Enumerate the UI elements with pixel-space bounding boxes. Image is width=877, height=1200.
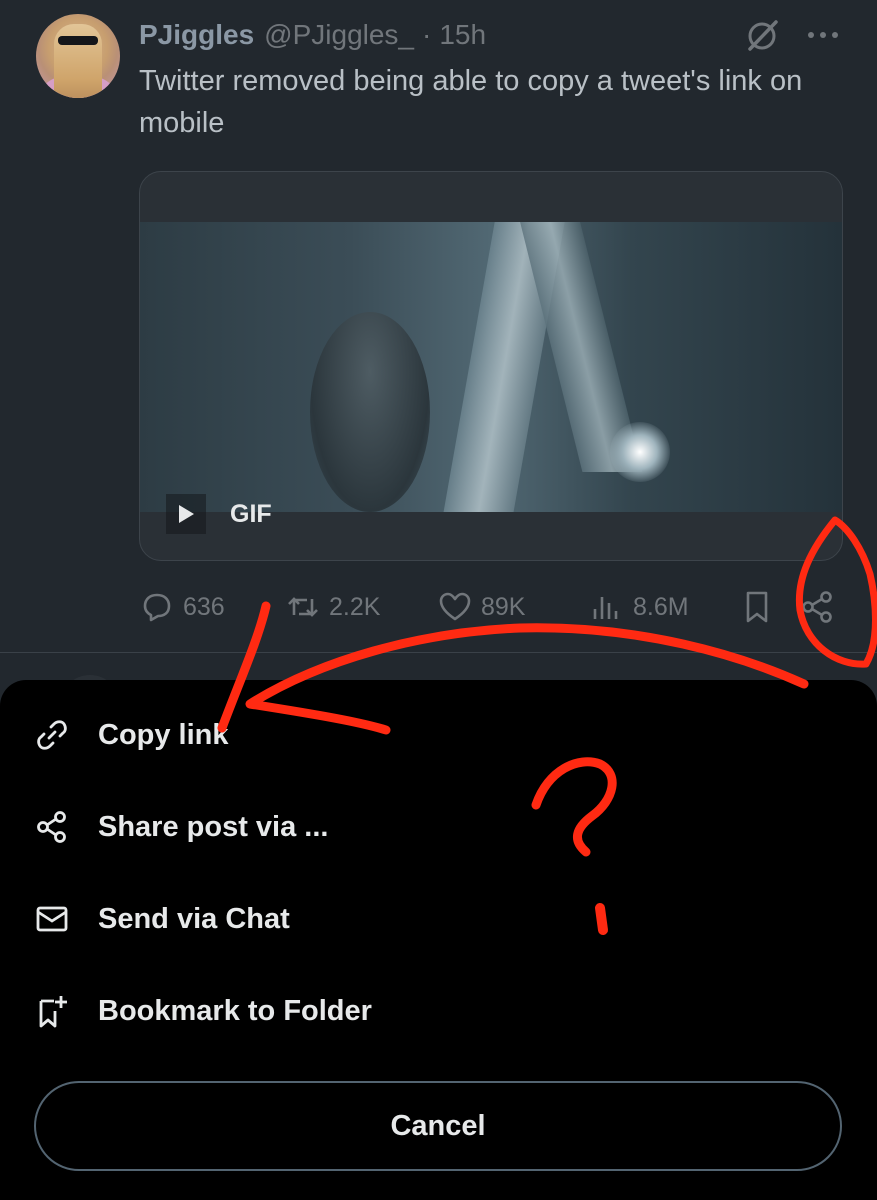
share-sheet-item-label: Bookmark to Folder bbox=[98, 994, 372, 1027]
share-sheet-item-label: Share post via ... bbox=[98, 810, 329, 843]
share-button[interactable] bbox=[799, 585, 843, 629]
share-icon bbox=[802, 591, 832, 623]
share-sheet-item-copy-link[interactable]: Copy link bbox=[0, 697, 877, 773]
cancel-button[interactable]: Cancel bbox=[34, 1081, 842, 1171]
bookmark-add-icon bbox=[39, 996, 67, 1028]
views-button[interactable]: 8.6M bbox=[589, 585, 689, 629]
reply-icon bbox=[143, 593, 171, 622]
heart-icon bbox=[439, 592, 471, 621]
repost-count: 2.2K bbox=[329, 592, 381, 621]
share-icon bbox=[37, 811, 66, 843]
like-button[interactable]: 89K bbox=[437, 585, 525, 629]
views-chart-icon bbox=[593, 597, 618, 619]
share-sheet-item-label: Copy link bbox=[98, 718, 229, 751]
repost-icon bbox=[288, 597, 318, 617]
gif-label: GIF bbox=[230, 499, 272, 528]
author-display-name[interactable]: PJiggles bbox=[139, 19, 254, 51]
repost-button[interactable]: 2.2K bbox=[285, 585, 380, 629]
envelope-icon bbox=[36, 906, 68, 932]
bookmark-button[interactable] bbox=[739, 585, 783, 629]
bookmark-icon bbox=[746, 591, 768, 623]
reply-button[interactable]: 636 bbox=[139, 585, 225, 629]
tweet-action-bar: 636 2.2K 89K 8.6M bbox=[139, 585, 841, 629]
tweet-timestamp[interactable]: 15h bbox=[439, 19, 486, 51]
share-sheet-item-share-post-via[interactable]: Share post via ... bbox=[0, 789, 877, 865]
tweet-text: Twitter removed being able to copy a twe… bbox=[139, 65, 803, 139]
share-sheet-item-send-via-chat[interactable]: Send via Chat bbox=[0, 881, 877, 957]
share-sheet-item-bookmark-to-folder[interactable]: Bookmark to Folder bbox=[0, 973, 877, 1049]
author-handle[interactable]: @PJiggles_ bbox=[264, 19, 414, 51]
tweet-media-gif[interactable]: GIF bbox=[139, 171, 843, 561]
tweet-header: PJiggles @PJiggles_ · 15h bbox=[139, 18, 486, 52]
share-sheet-item-label: Send via Chat bbox=[98, 902, 290, 935]
avatar-headband bbox=[58, 36, 98, 45]
gif-badge[interactable]: GIF bbox=[166, 492, 272, 536]
gif-scene-figure bbox=[310, 312, 430, 512]
author-avatar[interactable] bbox=[36, 14, 120, 98]
like-count: 89K bbox=[481, 592, 526, 621]
reply-count: 636 bbox=[183, 592, 225, 621]
link-icon bbox=[37, 720, 67, 750]
gif-scene-light bbox=[610, 422, 670, 482]
grok-icon[interactable] bbox=[744, 18, 780, 54]
views-count: 8.6M bbox=[633, 592, 689, 621]
screen: PJiggles @PJiggles_ · 15h Twitter remove… bbox=[0, 0, 877, 1200]
gif-frame bbox=[140, 222, 842, 512]
header-separator: · bbox=[422, 19, 432, 50]
more-options-icon[interactable] bbox=[806, 22, 840, 48]
tweet-divider bbox=[0, 652, 877, 653]
play-icon[interactable] bbox=[166, 494, 206, 534]
